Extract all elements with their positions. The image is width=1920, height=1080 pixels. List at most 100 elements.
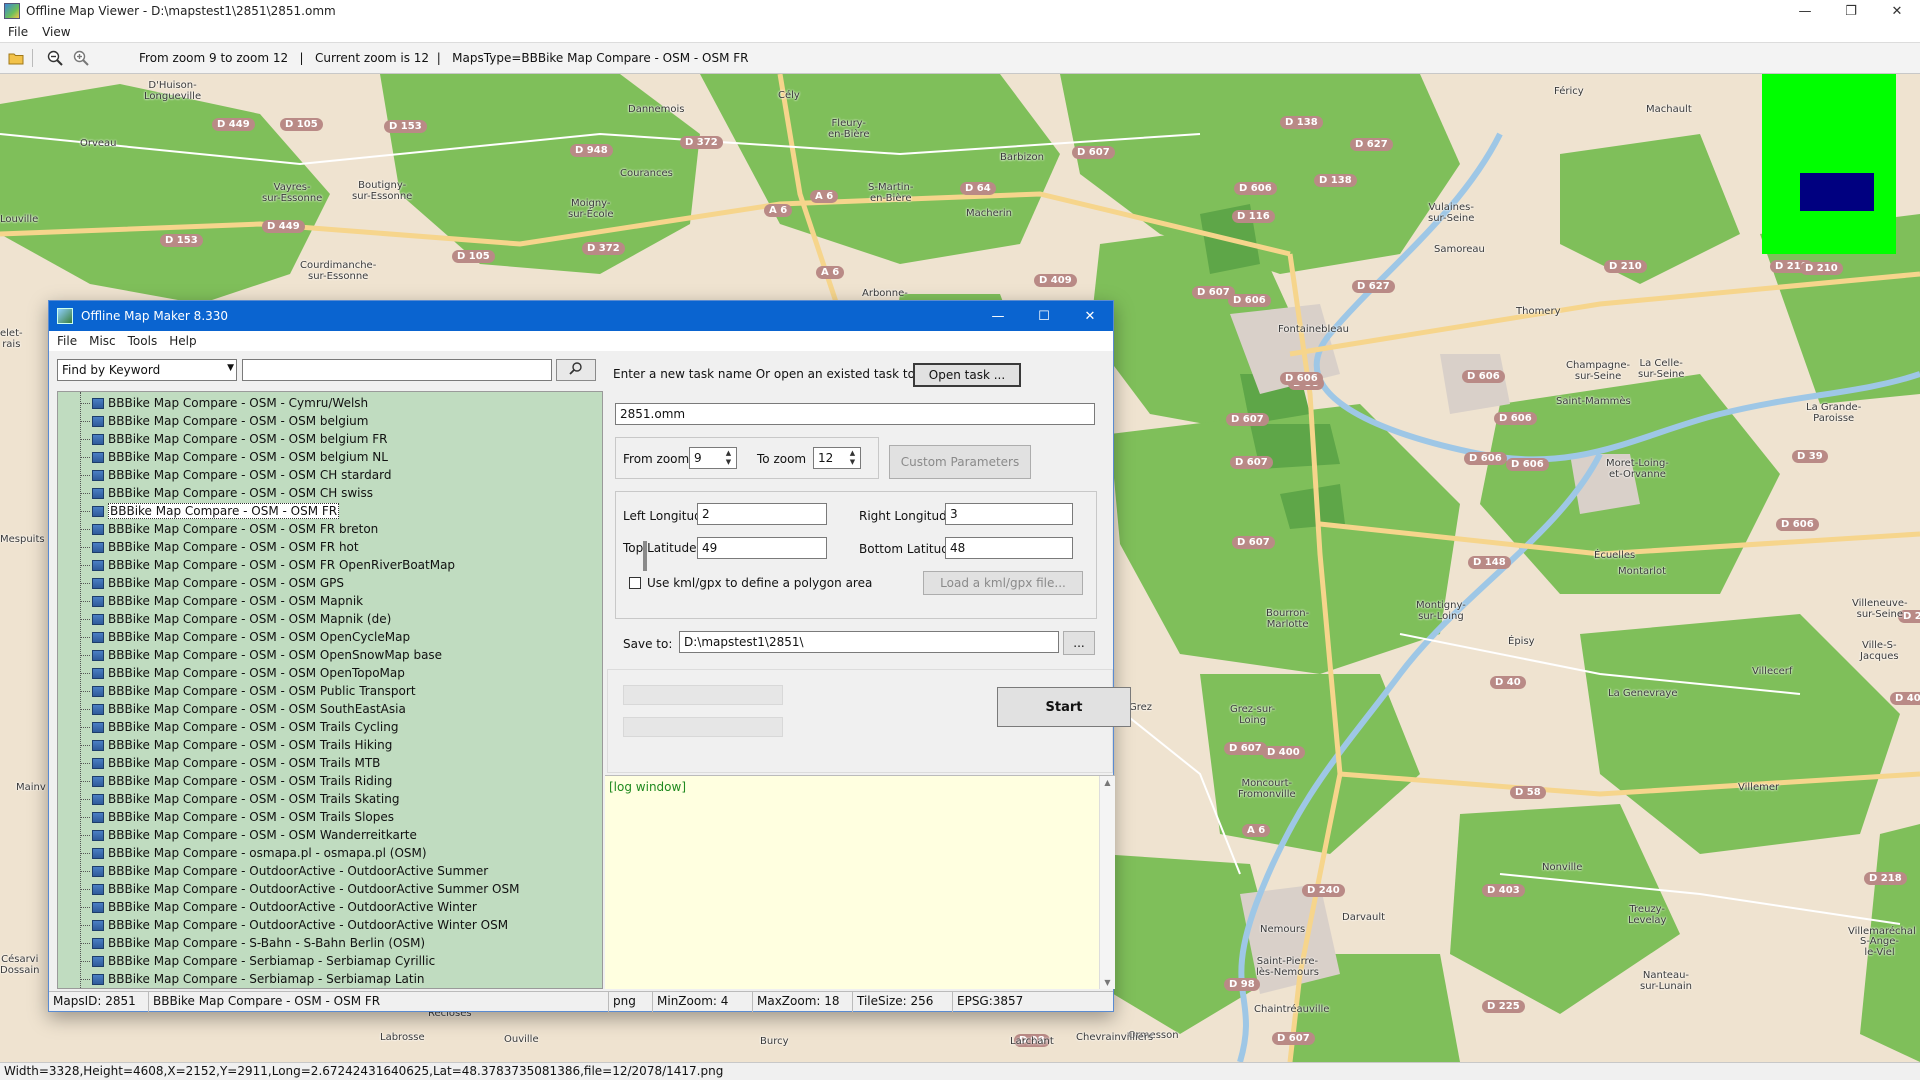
save-to-input[interactable]: D:\mapstest1\2851\ xyxy=(679,631,1059,653)
place-label: Villecerf xyxy=(1752,666,1793,677)
map-list-item[interactable]: BBBike Map Compare - OSM - OSM Public Tr… xyxy=(80,682,416,700)
map-list-item[interactable]: BBBike Map Compare - OSM - OSM Trails Sk… xyxy=(80,790,399,808)
maker-menu-misc[interactable]: Misc xyxy=(89,334,116,348)
road-label: D 606 xyxy=(1234,182,1277,195)
place-label: Vulaines- sur-Seine xyxy=(1428,202,1475,224)
log-scrollbar[interactable]: ▲ ▼ xyxy=(1099,776,1115,989)
search-button[interactable] xyxy=(556,359,596,381)
from-zoom-value: 9 xyxy=(694,451,702,465)
map-list-item[interactable]: BBBike Map Compare - Sigma - Sigma Cycle… xyxy=(92,988,404,989)
menu-view[interactable]: View xyxy=(42,25,70,39)
road-label: A 6 xyxy=(764,204,793,217)
spinner-arrows-icon[interactable]: ▲ ▼ xyxy=(846,449,859,467)
kml-polygon-checkbox[interactable] xyxy=(629,577,641,589)
road-label: D 105 xyxy=(452,250,495,263)
map-type-icon xyxy=(92,829,104,841)
maker-maximize-icon[interactable]: ☐ xyxy=(1021,301,1067,331)
map-list-item[interactable]: BBBike Map Compare - OSM - Cymru/Welsh xyxy=(80,394,368,412)
map-list-item[interactable]: BBBike Map Compare - OSM - OSM Mapnik (d… xyxy=(80,610,391,628)
map-list-item-label: BBBike Map Compare - OSM - OSM OpenCycle… xyxy=(108,630,411,644)
map-list-item[interactable]: BBBike Map Compare - OSM - OSM Mapnik xyxy=(80,592,363,610)
map-list-item[interactable]: BBBike Map Compare - OSM - OSM OpenSnowM… xyxy=(80,646,442,664)
open-task-button[interactable]: Open task ... xyxy=(913,363,1021,387)
map-list-item[interactable]: BBBike Map Compare - OSM - OSM OpenTopoM… xyxy=(80,664,405,682)
map-list-item[interactable]: BBBike Map Compare - OSM - OSM FR breton xyxy=(80,520,378,538)
start-button[interactable]: Start xyxy=(997,687,1131,727)
scroll-down-icon[interactable]: ▼ xyxy=(1100,978,1115,987)
map-list-item[interactable]: BBBike Map Compare - OSM - OSM Trails MT… xyxy=(80,754,380,772)
close-icon[interactable]: ✕ xyxy=(1874,0,1920,22)
browse-folder-button[interactable]: ... xyxy=(1063,631,1095,655)
map-list-item[interactable]: BBBike Map Compare - OSM - OSM Trails Ri… xyxy=(80,772,392,790)
map-type-icon xyxy=(92,541,104,553)
maker-titlebar[interactable]: Offline Map Maker 8.330 — ☐ ✕ xyxy=(49,301,1113,331)
restore-icon[interactable]: ❐ xyxy=(1828,0,1874,22)
map-list-item[interactable]: BBBike Map Compare - OSM - OSM Wanderrei… xyxy=(80,826,417,844)
minimap-viewport[interactable] xyxy=(1800,173,1874,211)
log-window[interactable]: [log window] ▲ ▼ xyxy=(605,775,1115,989)
search-input[interactable] xyxy=(242,359,552,381)
map-list-item[interactable]: BBBike Map Compare - OSM - OSM OpenCycle… xyxy=(80,628,411,646)
map-list-item[interactable]: BBBike Map Compare - OSM - OSM CH starda… xyxy=(80,466,391,484)
right-longitude-input[interactable]: 3 xyxy=(945,503,1073,525)
to-zoom-spinner[interactable]: 12 ▲ ▼ xyxy=(813,447,861,469)
maker-minimize-icon[interactable]: — xyxy=(975,301,1021,331)
maker-menu-help[interactable]: Help xyxy=(169,334,196,348)
map-list-item[interactable]: BBBike Map Compare - OSM - OSM SouthEast… xyxy=(80,700,406,718)
zoom-in-icon[interactable] xyxy=(71,48,91,68)
zoom-out-icon[interactable] xyxy=(45,48,65,68)
map-list-item[interactable]: BBBike Map Compare - S-Bahn - S-Bahn Ber… xyxy=(80,934,425,952)
left-longitude-input[interactable]: 2 xyxy=(697,503,827,525)
bottom-latitude-input[interactable]: 48 xyxy=(945,537,1073,559)
road-label: D 138 xyxy=(1314,174,1357,187)
map-list-item-label: BBBike Map Compare - OSM - OSM SouthEast… xyxy=(108,702,406,716)
menu-file[interactable]: File xyxy=(8,25,28,39)
map-list-item[interactable]: BBBike Map Compare - Serbiamap - Serbiam… xyxy=(80,970,425,988)
map-list-item[interactable]: BBBike Map Compare - OutdoorActive - Out… xyxy=(80,880,519,898)
map-type-list[interactable]: BBBike Map Compare - OSM - Cymru/Welsh BB… xyxy=(57,391,603,989)
maker-close-icon[interactable]: ✕ xyxy=(1067,301,1113,331)
place-label: Darvault xyxy=(1342,912,1386,923)
map-list-item[interactable]: BBBike Map Compare - OSM - OSM FR xyxy=(80,502,340,520)
scroll-up-icon[interactable]: ▲ xyxy=(1100,778,1115,787)
map-list-item[interactable]: BBBike Map Compare - OSM - OSM FR OpenRi… xyxy=(80,556,455,574)
map-list-item[interactable]: BBBike Map Compare - OSM - OSM FR hot xyxy=(80,538,359,556)
map-list-item[interactable]: BBBike Map Compare - OutdoorActive - Out… xyxy=(80,916,508,934)
road-label: D 240 xyxy=(1302,884,1345,897)
place-label: Nanteau- sur-Lunain xyxy=(1640,970,1692,992)
map-list-item[interactable]: BBBike Map Compare - OutdoorActive - Out… xyxy=(80,898,477,916)
minimize-icon[interactable]: — xyxy=(1782,0,1828,22)
top-latitude-input[interactable]: 49 xyxy=(697,537,827,559)
map-list-item[interactable]: BBBike Map Compare - Serbiamap - Serbiam… xyxy=(80,952,435,970)
load-kml-button[interactable]: Load a kml/gpx file... xyxy=(923,571,1083,595)
map-list-item[interactable]: BBBike Map Compare - OSM - OSM Trails Sl… xyxy=(80,808,394,826)
map-list-item-label: BBBike Map Compare - OSM - OSM OpenTopoM… xyxy=(108,666,405,680)
road-label: D 607 xyxy=(1226,413,1269,426)
map-list-item[interactable]: BBBike Map Compare - OSM - OSM belgium F… xyxy=(80,430,388,448)
road-label: D 627 xyxy=(1350,138,1393,151)
overview-minimap[interactable] xyxy=(1762,74,1896,254)
map-list-item[interactable]: BBBike Map Compare - OSM - OSM belgium N… xyxy=(80,448,388,466)
maker-menu-file[interactable]: File xyxy=(57,334,77,348)
task-name-input[interactable]: 2851.omm xyxy=(615,403,1095,425)
offline-map-maker-dialog[interactable]: Offline Map Maker 8.330 — ☐ ✕ File Misc … xyxy=(48,300,1131,1012)
search-mode-select[interactable]: Find by Keyword ▼ xyxy=(57,359,237,381)
map-list-item[interactable]: BBBike Map Compare - OSM - OSM belgium xyxy=(80,412,368,430)
map-list-item-label: BBBike Map Compare - OutdoorActive - Out… xyxy=(108,864,489,878)
map-list-item[interactable]: BBBike Map Compare - osmapa.pl - osmapa.… xyxy=(80,844,427,862)
map-type-icon xyxy=(92,433,104,445)
map-type-icon xyxy=(92,955,104,967)
place-label: Samoreau xyxy=(1434,244,1485,255)
map-list-item[interactable]: BBBike Map Compare - OSM - OSM Trails Hi… xyxy=(80,736,392,754)
from-zoom-spinner[interactable]: 9 ▲ ▼ xyxy=(689,447,737,469)
map-list-item[interactable]: BBBike Map Compare - OSM - OSM GPS xyxy=(80,574,344,592)
map-list-item-label: BBBike Map Compare - OSM - OSM belgium F… xyxy=(108,432,388,446)
maker-menu-tools[interactable]: Tools xyxy=(128,334,158,348)
open-folder-icon[interactable] xyxy=(6,48,26,68)
map-list-item[interactable]: BBBike Map Compare - OutdoorActive - Out… xyxy=(80,862,489,880)
map-list-item[interactable]: BBBike Map Compare - OSM - OSM Trails Cy… xyxy=(80,718,398,736)
place-label: Machault xyxy=(1646,104,1692,115)
map-list-item[interactable]: BBBike Map Compare - OSM - OSM CH swiss xyxy=(80,484,373,502)
custom-parameters-button[interactable]: Custom Parameters xyxy=(889,445,1031,479)
spinner-arrows-icon[interactable]: ▲ ▼ xyxy=(722,449,735,467)
